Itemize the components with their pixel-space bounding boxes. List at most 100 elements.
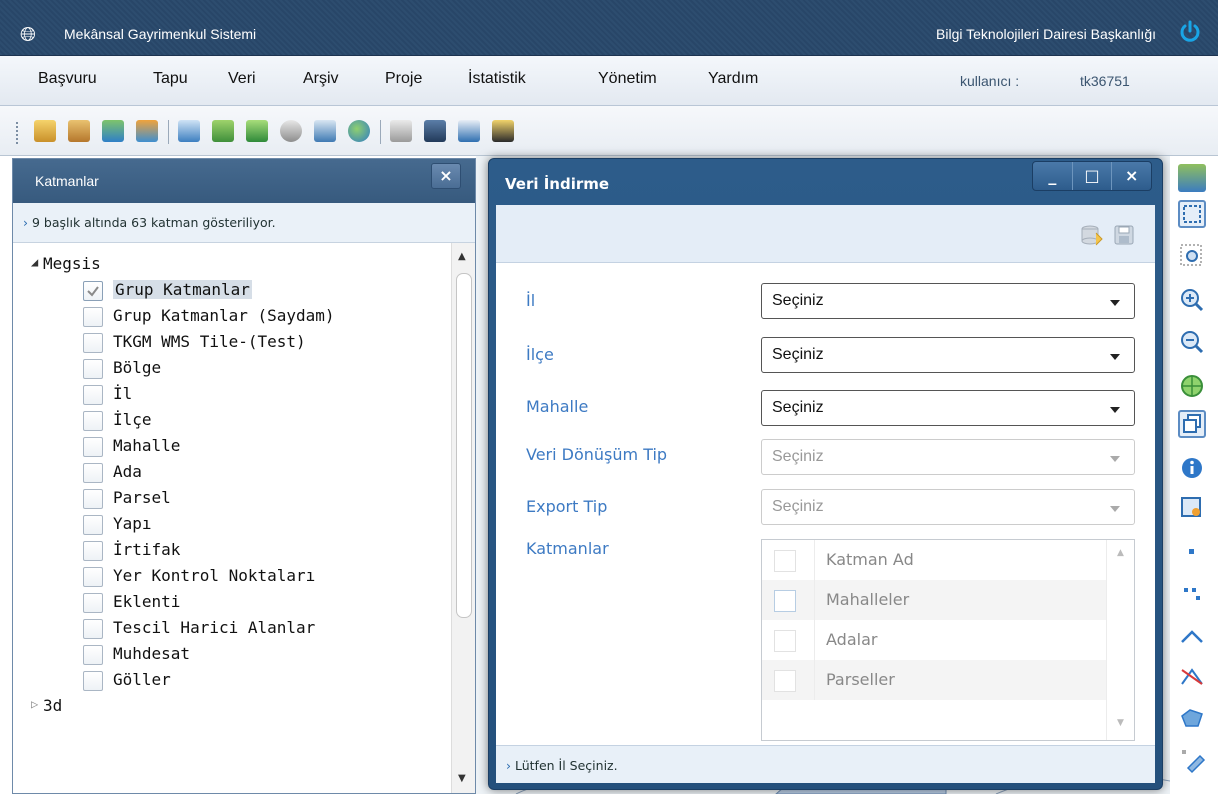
zoom-out-icon[interactable] <box>1178 328 1206 356</box>
tree-item[interactable]: Parsel <box>13 485 449 511</box>
tree-item[interactable]: Eklenti <box>13 589 449 615</box>
maximize-button[interactable]: □ <box>1071 162 1112 190</box>
tree-item[interactable]: Mahalle <box>13 433 449 459</box>
table-icon[interactable] <box>212 120 234 142</box>
tree-item[interactable]: İlçe <box>13 407 449 433</box>
tree-item[interactable]: İrtifak <box>13 537 449 563</box>
book-icon[interactable] <box>34 120 56 142</box>
tree-group-megsis[interactable]: ◢ Megsis <box>13 251 449 277</box>
table-row[interactable]: Parseller <box>762 660 1106 700</box>
speaker-icon[interactable] <box>390 120 412 142</box>
export-icon[interactable] <box>178 120 200 142</box>
menu-veri[interactable]: Veri <box>228 70 256 88</box>
zoom-box-icon[interactable] <box>1178 242 1206 270</box>
full-extent-icon[interactable] <box>1178 200 1206 228</box>
table-row[interactable]: Adalar <box>762 620 1106 660</box>
tree-item[interactable]: Grup Katmanlar <box>13 277 449 303</box>
layer-checkbox[interactable] <box>83 567 103 587</box>
zoom-in-icon[interactable] <box>1178 286 1206 314</box>
layer-checkbox[interactable] <box>83 437 103 457</box>
presentation-icon[interactable] <box>492 120 514 142</box>
tree-item[interactable]: Muhdesat <box>13 641 449 667</box>
globe-icon[interactable] <box>1178 372 1206 400</box>
draw-line-icon[interactable] <box>1178 622 1206 650</box>
draw-multipoint-icon[interactable] <box>1178 580 1206 608</box>
scroll-down-icon[interactable]: ▼ <box>458 773 466 784</box>
collapse-icon[interactable]: ▷ <box>31 697 38 711</box>
select-all-checkbox[interactable] <box>774 550 796 572</box>
info-icon[interactable] <box>1178 454 1206 482</box>
row-checkbox[interactable] <box>774 590 796 612</box>
layer-checkbox[interactable] <box>83 671 103 691</box>
ledger-icon[interactable] <box>68 120 90 142</box>
layer-checkbox[interactable] <box>83 619 103 639</box>
scrollbar-thumb[interactable] <box>456 273 472 618</box>
film-icon[interactable] <box>424 120 446 142</box>
tree-item[interactable]: Tescil Harici Alanlar <box>13 615 449 641</box>
layer-checkbox[interactable] <box>83 281 103 301</box>
chevron-down-icon[interactable] <box>1110 407 1120 413</box>
scroll-up-icon[interactable]: ▲ <box>1117 548 1124 558</box>
mahalle-select[interactable]: Seçiniz <box>761 390 1135 426</box>
draw-polygon-icon[interactable] <box>1178 704 1206 732</box>
tree-item[interactable]: Yer Kontrol Noktaları <box>13 563 449 589</box>
map-add-icon[interactable] <box>102 120 124 142</box>
power-icon[interactable] <box>1178 20 1202 44</box>
il-select[interactable]: Seçiniz <box>761 283 1135 319</box>
menu-yardim[interactable]: Yardım <box>708 70 758 88</box>
tree-item[interactable]: Yapı <box>13 511 449 537</box>
menu-tapu[interactable]: Tapu <box>153 70 188 88</box>
menu-istatistik[interactable]: İstatistik <box>468 70 526 88</box>
row-checkbox[interactable] <box>774 630 796 652</box>
grid-scrollbar[interactable]: ▲ ▼ <box>1106 540 1134 740</box>
select-area-icon[interactable] <box>1178 494 1206 522</box>
layer-checkbox[interactable] <box>83 359 103 379</box>
basemap-icon[interactable] <box>1178 164 1206 192</box>
layer-checkbox[interactable] <box>83 307 103 327</box>
menu-arsiv[interactable]: Arşiv <box>303 70 339 88</box>
scroll-up-icon[interactable]: ▲ <box>458 251 466 262</box>
menu-proje[interactable]: Proje <box>385 70 422 88</box>
database-export-icon[interactable] <box>1080 223 1104 247</box>
tree-item[interactable]: Grup Katmanlar (Saydam) <box>13 303 449 329</box>
globe-search-icon[interactable] <box>348 120 370 142</box>
layer-checkbox[interactable] <box>83 515 103 535</box>
scroll-down-icon[interactable]: ▼ <box>1117 718 1124 728</box>
tree-item[interactable]: Ada <box>13 459 449 485</box>
save-icon[interactable] <box>1112 223 1136 247</box>
tree-group-3d[interactable]: ▷ 3d <box>13 693 449 719</box>
document-info-icon[interactable] <box>458 120 480 142</box>
layer-checkbox[interactable] <box>83 593 103 613</box>
table-row[interactable]: Mahalleler <box>762 580 1106 620</box>
layers-stack-icon[interactable] <box>1178 410 1206 438</box>
expand-icon[interactable]: ◢ <box>31 255 38 269</box>
menu-basvuru[interactable]: Başvuru <box>38 70 97 88</box>
draw-point-icon[interactable] <box>1178 538 1206 566</box>
link-icon[interactable] <box>280 120 302 142</box>
layer-checkbox[interactable] <box>83 541 103 561</box>
minimize-button[interactable]: _ <box>1033 162 1072 190</box>
draw-freehand-icon[interactable] <box>1178 746 1206 774</box>
chevron-down-icon[interactable] <box>1110 354 1120 360</box>
calculator-icon[interactable] <box>314 120 336 142</box>
layer-checkbox[interactable] <box>83 333 103 353</box>
layer-checkbox[interactable] <box>83 411 103 431</box>
ilce-select[interactable]: Seçiniz <box>761 337 1135 373</box>
layer-checkbox[interactable] <box>83 385 103 405</box>
layer-checkbox[interactable] <box>83 463 103 483</box>
row-checkbox[interactable] <box>774 670 796 692</box>
tree-item[interactable]: İl <box>13 381 449 407</box>
close-button[interactable]: × <box>1111 162 1151 190</box>
tree-item[interactable]: Göller <box>13 667 449 693</box>
close-icon[interactable]: × <box>431 163 461 189</box>
tree-item[interactable]: TKGM WMS Tile-(Test) <box>13 329 449 355</box>
layers-scrollbar[interactable]: ▲ ▼ <box>451 243 475 793</box>
tree-item[interactable]: Bölge <box>13 355 449 381</box>
layer-checkbox[interactable] <box>83 645 103 665</box>
chevron-down-icon[interactable] <box>1110 300 1120 306</box>
layer-checkbox[interactable] <box>83 489 103 509</box>
menu-yonetim[interactable]: Yönetim <box>598 70 657 88</box>
users-icon[interactable] <box>136 120 158 142</box>
draw-polyline-icon[interactable] <box>1178 662 1206 690</box>
sort-icon[interactable] <box>246 120 268 142</box>
